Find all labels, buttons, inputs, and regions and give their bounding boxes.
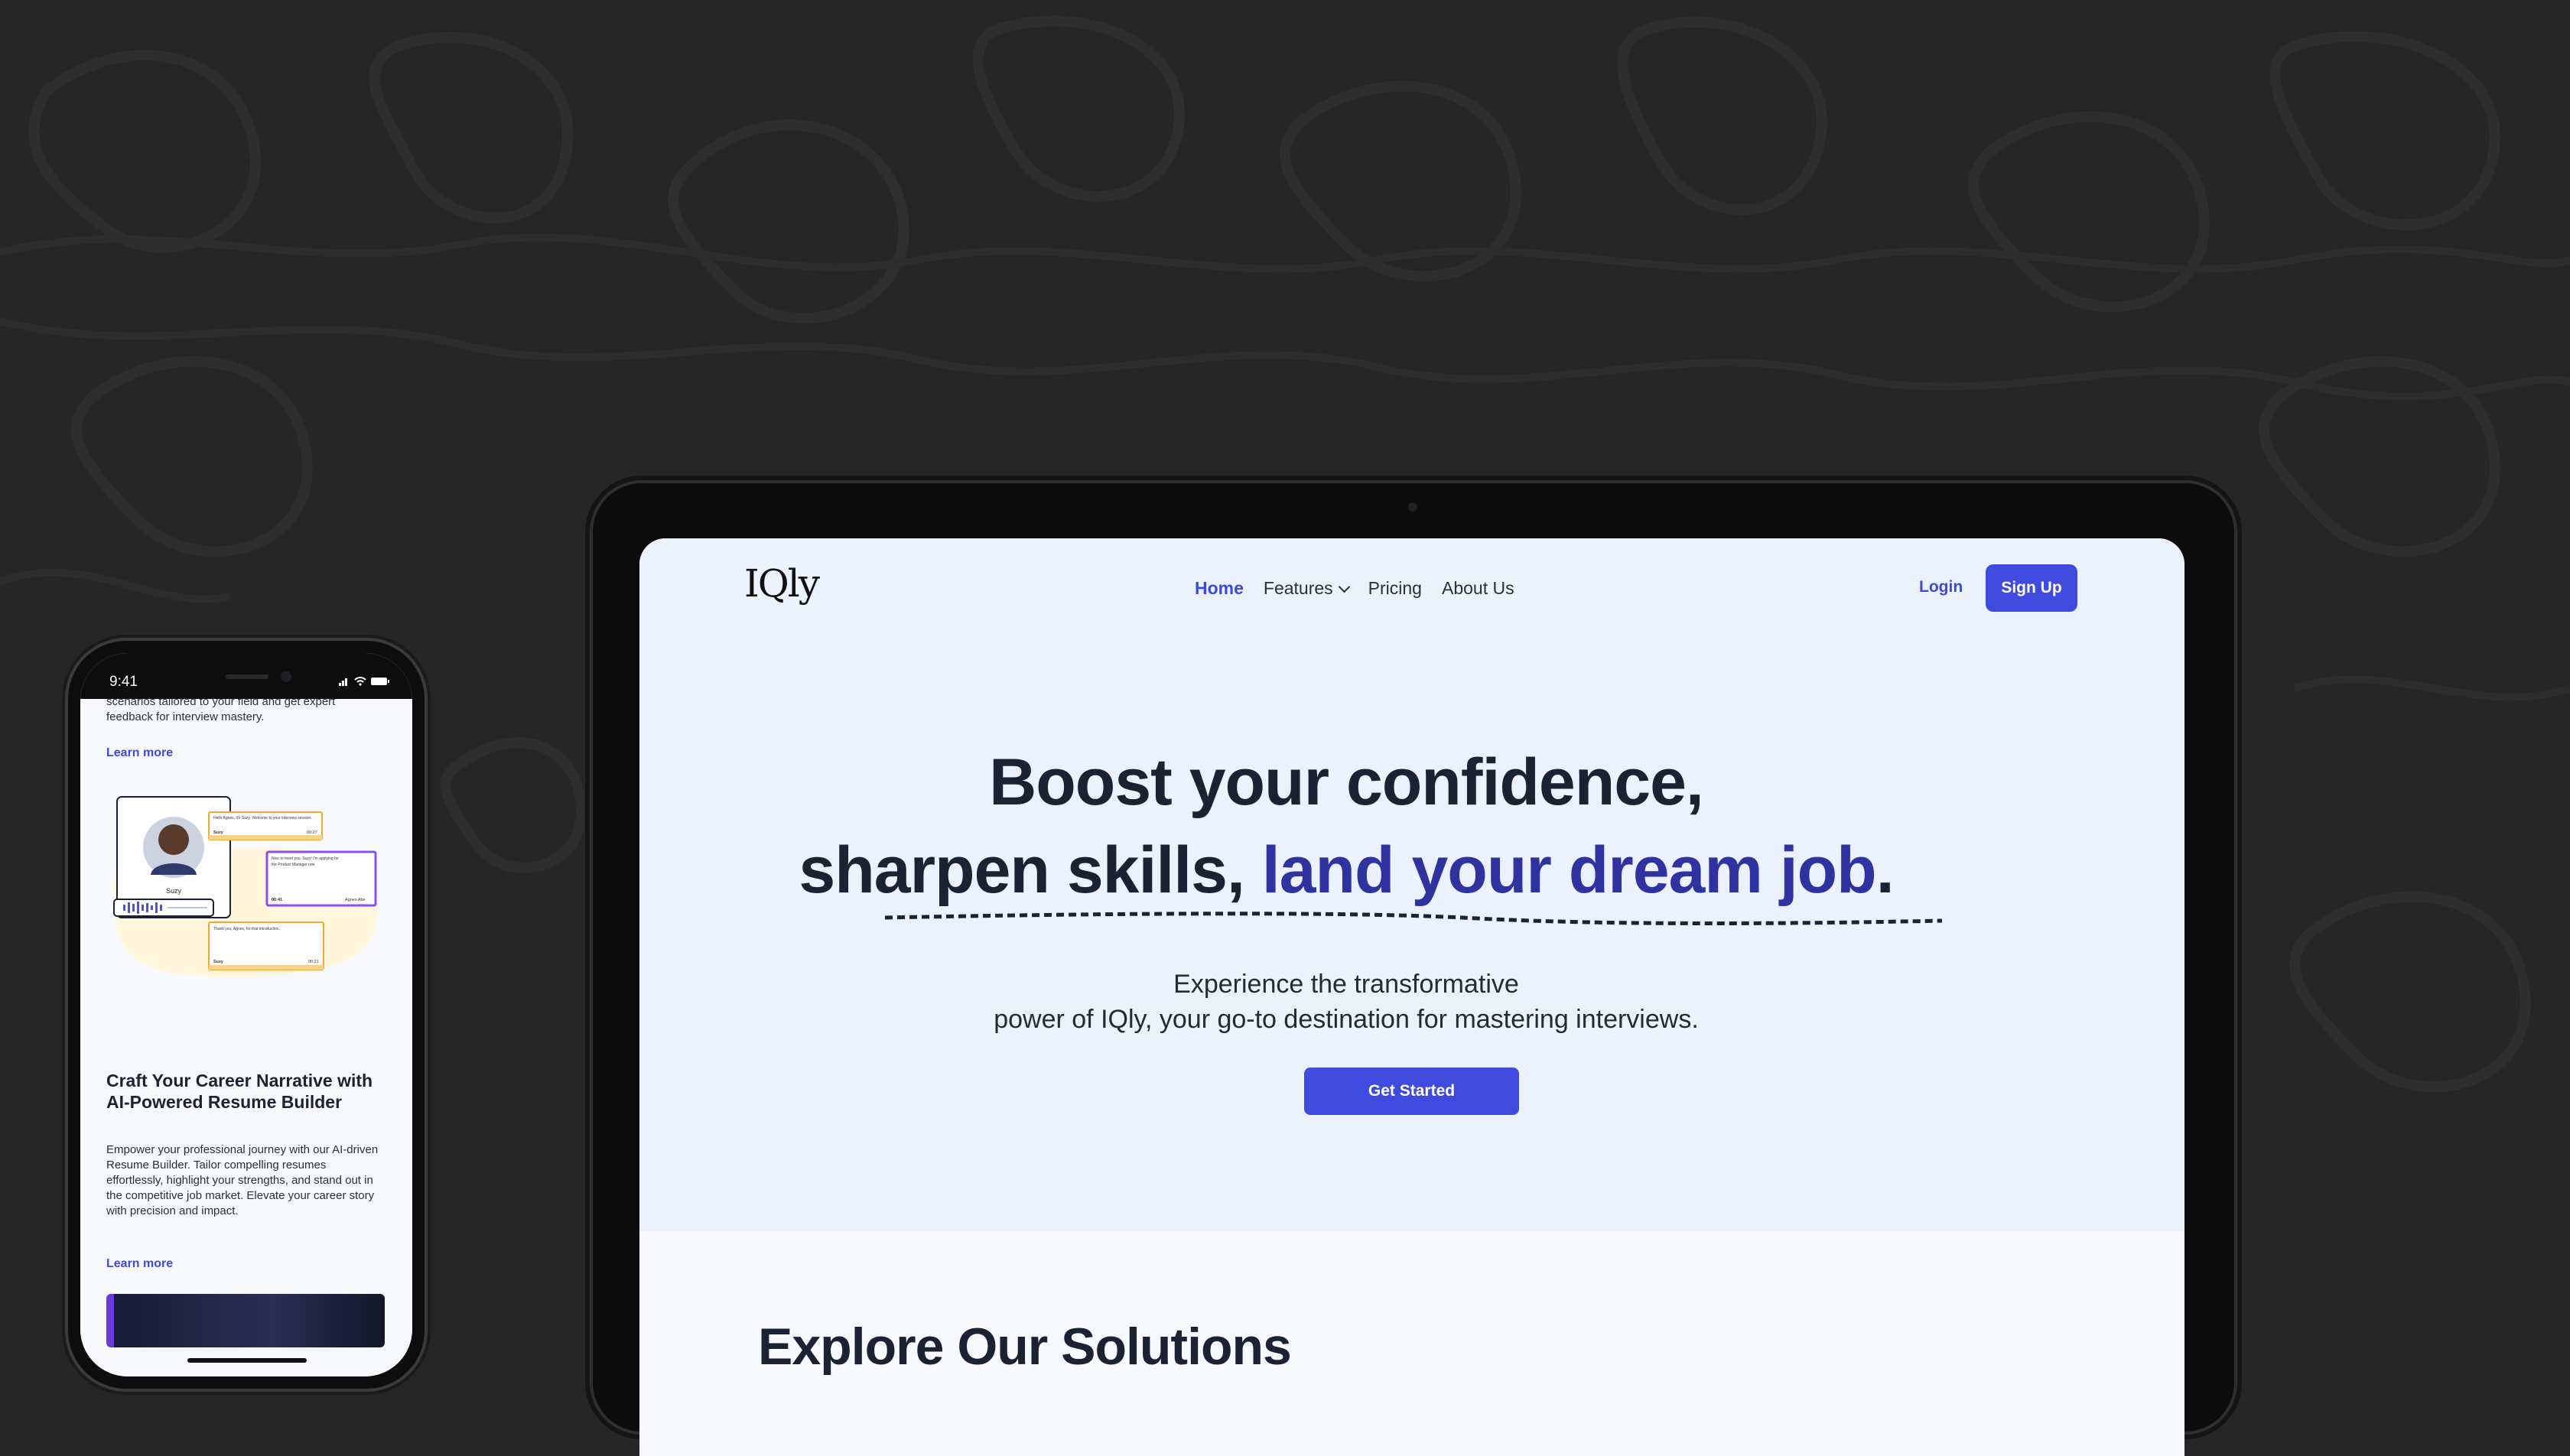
chat-bubble-3: Thank you, Agnes, for that introduction. xyxy=(213,927,280,931)
laptop-frame: IQly Home Features Pricing About Us Logi… xyxy=(593,483,2234,1456)
headline-plain: sharpen skills, xyxy=(799,834,1262,907)
learn-more-link-2[interactable]: Learn more xyxy=(106,1257,173,1271)
navbar: IQly Home Features Pricing About Us Logi… xyxy=(639,538,2184,638)
chat-bubble-2-line2: the Product Manager role. xyxy=(272,863,316,867)
chat-bubble-1: Hello Agnes, it's Suzy. Welcome to your … xyxy=(213,816,312,821)
nav-about[interactable]: About Us xyxy=(1442,578,1514,599)
get-started-button[interactable]: Get Started xyxy=(1304,1068,1519,1115)
phone-speaker xyxy=(226,674,268,679)
phone-frame: scenarios tailored to your field and get… xyxy=(68,641,425,1389)
card-body: Empower your professional journey with o… xyxy=(106,1143,379,1217)
hero-headline-line2: sharpen skills, land your dream job. xyxy=(639,833,2053,908)
home-indicator[interactable] xyxy=(187,1358,307,1363)
status-time: 9:41 xyxy=(109,674,138,690)
interview-chat-illustration: Suzy Hello Agnes, it's Suzy. Welcome to … xyxy=(112,796,378,977)
feature-thumbnail xyxy=(106,1294,385,1347)
nav-pricing[interactable]: Pricing xyxy=(1368,578,1422,599)
hero-headline-line1: Boost your confidence, xyxy=(989,746,1704,819)
login-link[interactable]: Login xyxy=(1919,578,1963,596)
status-icons xyxy=(339,677,389,686)
wifi-icon xyxy=(354,677,366,686)
phone-camera xyxy=(281,671,291,682)
chat-bubble-2: Nice to meet you, Suzy! I'm applying for xyxy=(272,856,339,861)
signal-icon xyxy=(339,678,347,686)
phone-content: scenarios tailored to your field and get… xyxy=(80,699,412,1376)
phone-screen: scenarios tailored to your field and get… xyxy=(80,653,412,1376)
headline-accent: land your dream job xyxy=(1261,834,1877,907)
hero-section: IQly Home Features Pricing About Us Logi… xyxy=(639,538,2184,1231)
chat-bubble-1-meta: Suzy xyxy=(213,830,224,835)
hero-subtitle: Experience the transformative power of I… xyxy=(639,967,2053,1037)
avatar-name: Suzy xyxy=(166,887,182,895)
chat-bubble-1-time: 00:27 xyxy=(307,830,317,835)
laptop-screen: IQly Home Features Pricing About Us Logi… xyxy=(639,538,2184,1456)
status-bar: 9:41 xyxy=(80,653,412,699)
chevron-down-icon xyxy=(1338,580,1350,593)
dashed-underline-decoration xyxy=(884,912,1943,925)
section-title: Explore Our Solutions xyxy=(758,1318,1292,1376)
hero-subtitle-line1: Experience the transformative xyxy=(1173,970,1519,999)
nav-home[interactable]: Home xyxy=(1195,578,1244,599)
nav-links: Home Features Pricing About Us xyxy=(1195,578,1514,599)
card-title: Craft Your Career Narrative with AI-Powe… xyxy=(106,1071,373,1112)
feature-text-top: scenarios tailored to your field and get… xyxy=(106,699,336,723)
battery-icon xyxy=(371,678,389,685)
phone-notch xyxy=(158,653,334,691)
avatar xyxy=(158,824,189,855)
logo[interactable]: IQly xyxy=(744,561,820,606)
laptop-camera xyxy=(1408,502,1417,512)
nav-features-label: Features xyxy=(1263,578,1333,598)
chat-bubble-2-time: 00:41 xyxy=(272,898,282,902)
chat-bubble-3-time: 00:21 xyxy=(308,960,319,964)
nav-features[interactable]: Features xyxy=(1263,578,1350,599)
chat-bubble-3-meta: Suzy xyxy=(213,960,224,964)
headline-period: . xyxy=(1875,834,1895,907)
hero-subtitle-line2: power of IQly, your go-to destination fo… xyxy=(994,1005,1699,1034)
chat-bubble-2-meta: Agnes Abe xyxy=(345,898,366,902)
learn-more-link-1[interactable]: Learn more xyxy=(106,746,173,760)
signup-button[interactable]: Sign Up xyxy=(1986,564,2077,612)
